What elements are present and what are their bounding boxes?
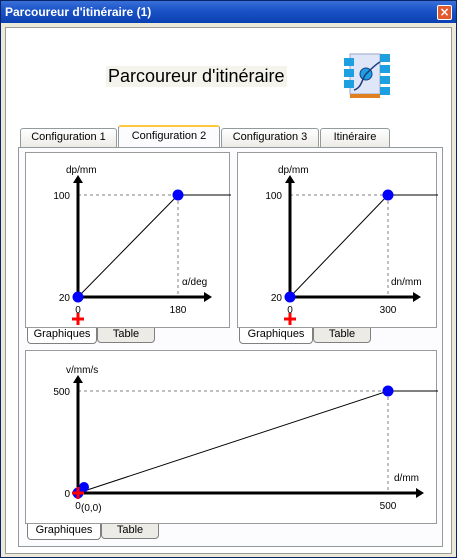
y-axis-arrow	[73, 175, 83, 183]
chart-velocity-svg: v/mm/sd/mm50000 500(0,0)	[53, 365, 438, 514]
data-point	[284, 291, 296, 303]
chart-alpha: dp/mm α/deg 100 20 0 180	[25, 152, 231, 328]
chart-dn: dp/mm dn/mm 100 20 0 300	[237, 152, 438, 328]
y-axis-arrow	[73, 375, 83, 383]
subtab-table[interactable]: Table	[313, 328, 371, 343]
subtab-graphiques[interactable]: Graphiques	[27, 328, 97, 344]
x-tick-label: 500	[380, 501, 397, 512]
page-title: Parcoureur d'itinéraire	[106, 66, 287, 87]
x-axis-arrow	[413, 292, 421, 302]
data-point	[79, 482, 89, 492]
y-tick-label: 0	[64, 489, 70, 500]
y-axis-arrow	[285, 175, 295, 183]
y-tick-label: 20	[59, 293, 71, 304]
series-line	[77, 390, 389, 494]
y-tick-label: 100	[53, 191, 70, 202]
chart-dn-svg: dp/mmdn/mm100200 300	[265, 165, 438, 325]
y-tick-label: 20	[271, 293, 283, 304]
tab-itineraire[interactable]: Itinéraire	[320, 128, 390, 147]
x-axis-arrow	[416, 488, 424, 498]
app-window: Parcoureur d'itinéraire (1) × Parcoureur…	[0, 0, 457, 558]
y-tick-label: 100	[265, 191, 282, 202]
x-axis-arrow	[204, 292, 212, 302]
tab-configuration-3[interactable]: Configuration 3	[221, 128, 319, 147]
data-point	[382, 189, 394, 201]
tab-configuration-2[interactable]: Configuration 2	[118, 125, 220, 147]
data-point	[72, 291, 84, 303]
subtab-graphiques[interactable]: Graphiques	[27, 524, 101, 540]
subtab-graphiques[interactable]: Graphiques	[239, 328, 313, 344]
x-tick-label: 300	[380, 305, 397, 316]
x-axis-label: d/mm	[394, 473, 419, 484]
y-axis-label: v/mm/s	[66, 365, 98, 376]
chart-alpha-svg: dp/mm α/deg 100 20 0 180	[53, 165, 231, 325]
tab-configuration-1[interactable]: Configuration 1	[20, 128, 117, 147]
window-title: Parcoureur d'itinéraire (1)	[5, 5, 152, 19]
x-axis-label: dn/mm	[391, 277, 422, 288]
data-point	[382, 385, 394, 397]
series-line	[289, 194, 389, 298]
data-point	[172, 189, 184, 201]
origin-label: (0,0)	[81, 503, 102, 514]
y-tick-label: 500	[53, 387, 70, 398]
x-tick-label: 0	[287, 305, 293, 316]
client-area: Parcoureur d'itinéraire Configuration 1 …	[5, 27, 452, 554]
close-icon[interactable]: ×	[437, 5, 452, 20]
y-axis-label: dp/mm	[278, 165, 309, 176]
tab-panel: dp/mm α/deg 100 20 0 180 Graphiques Table dp/…	[18, 147, 443, 547]
subtab-table[interactable]: Table	[101, 524, 159, 539]
chart-velocity: v/mm/s d/mm 500 0 0 500 (0,0)	[25, 350, 438, 524]
series-line	[77, 194, 179, 298]
x-tick-label: 0	[75, 305, 81, 316]
y-axis-label: dp/mm	[66, 165, 97, 176]
x-axis-label: α/deg	[182, 277, 207, 288]
subtab-table[interactable]: Table	[97, 328, 155, 343]
title-bar[interactable]: Parcoureur d'itinéraire (1) ×	[1, 1, 456, 23]
route-logo-icon	[344, 53, 390, 98]
x-tick-label: 180	[170, 305, 187, 316]
